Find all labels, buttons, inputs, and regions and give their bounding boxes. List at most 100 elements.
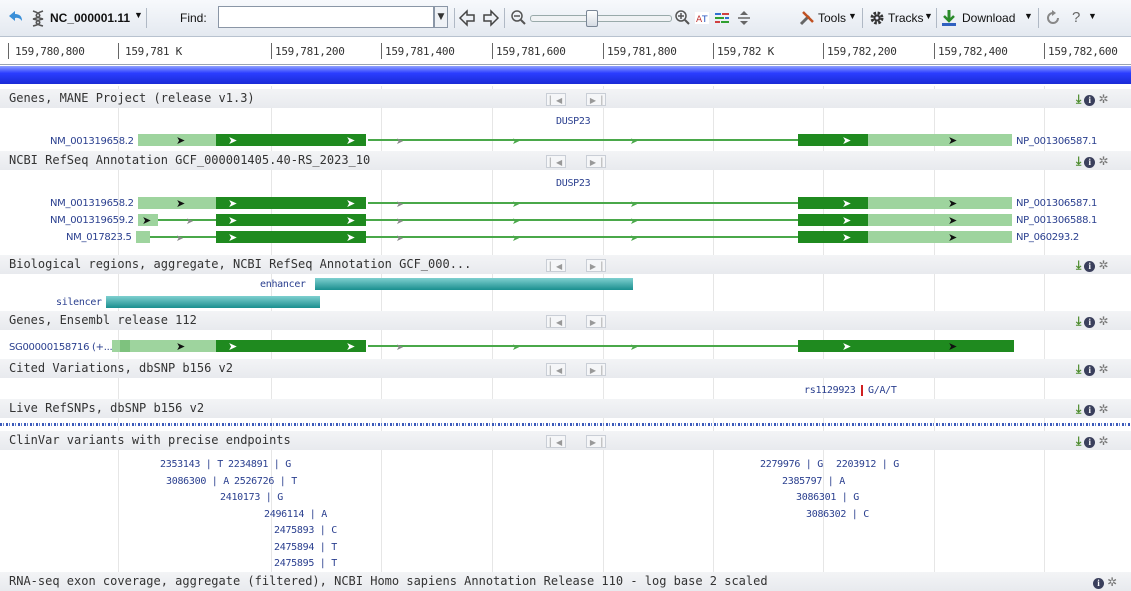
variant-id[interactable]: rs1129923	[804, 385, 856, 396]
clinvar-variant[interactable]: 2475893 | C	[274, 525, 337, 536]
ruler-tick-label: 159,781,200	[275, 45, 345, 58]
info-icon[interactable]: i	[1084, 365, 1096, 376]
ruler-tick-label: 159,781,600	[496, 45, 566, 58]
pan-right-icon[interactable]	[482, 9, 500, 27]
clinvar-variant[interactable]: 3086302 | C	[806, 509, 869, 520]
chevron-down-icon[interactable]: ▼	[1024, 11, 1033, 21]
info-icon[interactable]: i	[1084, 405, 1096, 416]
clinvar-variant[interactable]: 2496114 | A	[264, 509, 327, 520]
next-feature-button[interactable]: ▶▕	[586, 315, 606, 328]
clinvar-variant[interactable]: 2385797 | A	[782, 476, 845, 487]
clinvar-variant[interactable]: 2234891 | G	[228, 459, 291, 470]
find-input[interactable]	[218, 6, 434, 28]
clinvar-variant[interactable]: 2353143 | T	[160, 459, 223, 470]
download-icon[interactable]: ⤓	[1076, 434, 1081, 448]
zoom-slider[interactable]	[530, 15, 672, 22]
svg-text:➤: ➤	[176, 340, 185, 353]
protein-label[interactable]: NP_060293.2	[1016, 232, 1079, 243]
clinvar-variant[interactable]: 2475894 | T	[274, 542, 337, 553]
svg-text:➤: ➤	[512, 343, 520, 353]
clinvar-variant[interactable]: 2279976 | G	[760, 459, 823, 470]
tracks-menu[interactable]: Tracks	[888, 11, 924, 25]
track-icons: i ✲	[1090, 575, 1117, 589]
chevron-down-icon[interactable]: ▼	[924, 11, 933, 21]
next-feature-button[interactable]: ▶▕	[586, 363, 606, 376]
enhancer-feature[interactable]	[315, 278, 633, 290]
clinvar-variant[interactable]: 2410173 | G	[220, 492, 283, 503]
gene-models-refseq[interactable]: ➤ ➤ ➤ ➤ ➤ ➤ ➤ ➤ ➤ ➤ ➤ ➤ ➤ ➤ ➤ ➤ ➤ ➤ ➤ ➤ …	[0, 193, 1131, 247]
sequence-overview-bar[interactable]	[0, 66, 1131, 84]
gene-name-label[interactable]: DUSP23	[556, 178, 591, 189]
download-icon[interactable]: ⤓	[1076, 154, 1081, 168]
info-icon[interactable]: i	[1084, 317, 1096, 328]
zoom-in-icon[interactable]	[674, 9, 690, 27]
next-feature-button[interactable]: ▶▕	[586, 259, 606, 272]
svg-text:➤: ➤	[948, 231, 957, 244]
pan-left-icon[interactable]	[458, 9, 476, 27]
info-icon[interactable]: i	[1084, 95, 1096, 106]
variant-marker[interactable]	[861, 385, 863, 396]
gear-icon[interactable]: ✲	[1107, 575, 1117, 589]
gear-icon[interactable]: ✲	[1098, 92, 1108, 106]
gear-icon[interactable]: ✲	[1098, 258, 1108, 272]
gene-model-mane[interactable]: ➤ ➤ ➤ ➤ ➤ ➤ ➤ ➤	[0, 130, 1131, 150]
chevron-down-icon[interactable]: ▼	[1088, 11, 1097, 21]
svg-text:➤: ➤	[396, 217, 404, 227]
download-icon[interactable]: ⤓	[1076, 258, 1081, 272]
gear-icon[interactable]: ✲	[1098, 314, 1108, 328]
download-menu[interactable]: Download	[962, 11, 1015, 25]
sequence-icon	[32, 10, 44, 27]
prev-feature-button[interactable]: ▏◀	[546, 259, 566, 272]
back-arrow-icon[interactable]	[6, 9, 24, 27]
reload-icon[interactable]	[1044, 9, 1062, 27]
protein-label[interactable]: NP_001306587.1	[1016, 198, 1097, 209]
info-icon[interactable]: i	[1084, 157, 1096, 168]
clinvar-variant[interactable]: 3086300 | A	[166, 476, 229, 487]
protein-label[interactable]: NP_001306587.1	[1016, 136, 1097, 147]
svg-text:➤: ➤	[176, 197, 185, 210]
gene-name-label[interactable]: DUSP23	[556, 116, 591, 127]
clinvar-variant[interactable]: 2526726 | T	[234, 476, 297, 487]
clinvar-variant[interactable]: 3086301 | G	[796, 492, 859, 503]
download-icon[interactable]: ⤓	[1076, 362, 1081, 376]
gear-icon[interactable]: ✲	[1098, 154, 1108, 168]
sequence-selector[interactable]: NC_000001.11	[50, 11, 130, 25]
zoom-out-icon[interactable]	[510, 9, 526, 27]
prev-feature-button[interactable]: ▏◀	[546, 435, 566, 448]
download-icon[interactable]: ⤓	[1076, 314, 1081, 328]
silencer-label[interactable]: silencer	[56, 297, 102, 308]
find-dropdown-button[interactable]: ▼	[434, 6, 448, 28]
next-feature-button[interactable]: ▶▕	[586, 93, 606, 106]
next-feature-button[interactable]: ▶▕	[586, 155, 606, 168]
zoom-slider-handle[interactable]	[586, 10, 598, 27]
next-feature-button[interactable]: ▶▕	[586, 435, 606, 448]
clinvar-variant[interactable]: 2203912 | G	[836, 459, 899, 470]
prev-feature-button[interactable]: ▏◀	[546, 93, 566, 106]
clinvar-variant[interactable]: 2475895 | T	[274, 558, 337, 569]
download-icon[interactable]: ⤓	[1076, 402, 1081, 416]
svg-text:➤: ➤	[228, 231, 237, 244]
alignment-icon[interactable]	[714, 10, 730, 26]
enhancer-label[interactable]: enhancer	[260, 279, 306, 290]
sequence-view-icon[interactable]: A T	[694, 10, 710, 26]
protein-label[interactable]: NP_001306588.1	[1016, 215, 1097, 226]
coordinate-ruler[interactable]: 159,780,800 159,781 K 159,781,200 159,78…	[0, 37, 1131, 65]
gear-icon[interactable]: ✲	[1098, 402, 1108, 416]
prev-feature-button[interactable]: ▏◀	[546, 155, 566, 168]
prev-feature-button[interactable]: ▏◀	[546, 363, 566, 376]
download-icon[interactable]: ⤓	[1076, 92, 1081, 106]
tools-menu[interactable]: Tools	[818, 11, 846, 25]
info-icon[interactable]: i	[1084, 261, 1096, 272]
silencer-feature[interactable]	[106, 296, 320, 308]
snp-density-strip[interactable]	[0, 423, 1131, 426]
chevron-down-icon[interactable]: ▼	[134, 10, 143, 20]
fit-height-icon[interactable]	[736, 10, 752, 26]
help-button[interactable]: ?	[1072, 9, 1080, 26]
info-icon[interactable]: i	[1084, 437, 1096, 448]
chevron-down-icon[interactable]: ▼	[848, 11, 857, 21]
gear-icon[interactable]: ✲	[1098, 434, 1108, 448]
gear-icon[interactable]: ✲	[1098, 362, 1108, 376]
gene-model-ensembl[interactable]: ➤ ➤ ➤ ➤ ➤ ➤ ➤ ➤	[0, 336, 1131, 356]
info-icon[interactable]: i	[1093, 578, 1104, 589]
prev-feature-button[interactable]: ▏◀	[546, 315, 566, 328]
